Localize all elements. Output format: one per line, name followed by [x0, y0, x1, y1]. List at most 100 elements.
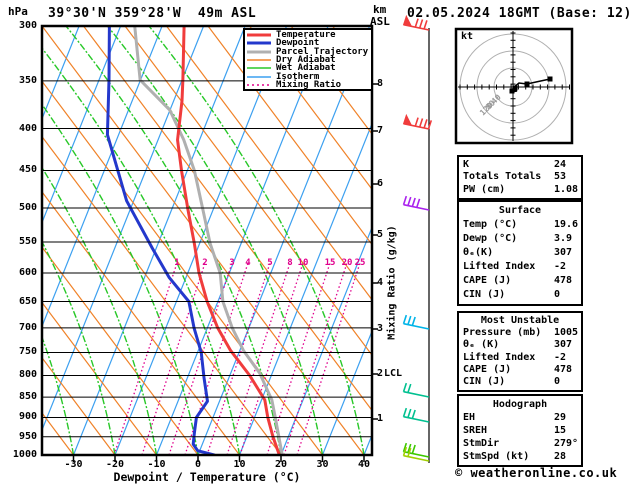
table-row: CIN (J) 0 — [463, 288, 577, 302]
table-row-label: CAPE (J) — [463, 275, 511, 286]
table-row-label: StmSpd (kt) — [463, 451, 529, 462]
pressure-tick-label: 750 — [5, 346, 37, 357]
table-row-label: CIN (J) — [463, 289, 505, 300]
pressure-tick-label: 800 — [5, 369, 37, 380]
legend-swatch — [247, 81, 271, 89]
mixing-ratio-label: 4 — [239, 258, 257, 268]
table-row-value: 24 — [554, 159, 566, 171]
table-row: Lifted Index -2 — [463, 260, 577, 274]
table-row-value: 28 — [554, 450, 566, 463]
table-row: Totals Totals 53 — [463, 171, 577, 183]
legend-label: Mixing Ratio — [276, 81, 341, 89]
table-row-label: EH — [463, 412, 475, 423]
table-row-label: θₑ(K) — [463, 247, 493, 258]
datetime-label: 02.05.2024 18GMT (Base: 12) — [407, 6, 629, 21]
wind-barb — [404, 115, 432, 129]
table-row-label: SREH — [463, 425, 487, 436]
indices-table: Most UnstablePressure (mb)1005θₑ (K)307L… — [457, 311, 583, 392]
wind-barb — [404, 383, 429, 397]
km-tick-label: 6 — [377, 178, 383, 189]
pressure-tick-label: 500 — [5, 202, 37, 213]
table-row: CAPE (J) 478 — [463, 364, 577, 376]
wind-barb — [404, 196, 429, 210]
table-row: EH 29 — [463, 411, 577, 424]
table-row: StmSpd (kt) 28 — [463, 450, 577, 463]
mixing-ratio-label: 25 — [351, 258, 369, 268]
temp-tick-label: -30 — [57, 459, 91, 470]
pressure-tick-label: 950 — [5, 431, 37, 442]
km-tick-label: 4 — [377, 277, 383, 288]
lcl-label: LCL — [384, 368, 402, 379]
table-row-label: Pressure (mb) — [463, 327, 541, 338]
table-row-label: K — [463, 159, 469, 170]
wind-barb — [404, 443, 429, 457]
table-row-label: Temp (°C) — [463, 219, 517, 230]
table-title: Surface — [463, 204, 577, 218]
table-row: Lifted Index-2 — [463, 352, 577, 364]
pressure-tick-label: 350 — [5, 75, 37, 86]
table-row-label: PW (cm) — [463, 184, 505, 195]
station-title: 39°30'N 359°28'W 49m ASL — [48, 6, 256, 21]
km-tick-label: 2 — [377, 368, 383, 379]
indices-table: K 24 Totals Totals 53 PW (cm) 1.08 — [457, 155, 583, 200]
legend-box: TemperatureDewpointParcel TrajectoryDry … — [243, 28, 373, 91]
temp-tick-label: 10 — [223, 459, 257, 470]
table-row-value: 0 — [554, 288, 560, 302]
table-row-value: 53 — [554, 171, 566, 183]
pressure-tick-label: 400 — [5, 123, 37, 134]
km-tick-label: 1 — [377, 413, 383, 424]
table-row-value: 0 — [554, 376, 560, 388]
altitude-unit-asl: ASL — [370, 15, 390, 28]
table-row-label: StmDir — [463, 438, 499, 449]
copyright-label: © weatheronline.co.uk — [455, 466, 617, 480]
table-row-label: Dewp (°C) — [463, 233, 517, 244]
pressure-unit-label: hPa — [8, 5, 28, 18]
km-tick-label: 8 — [377, 78, 383, 89]
pressure-tick-label: 600 — [5, 267, 37, 278]
temp-tick-label: 20 — [264, 459, 298, 470]
legend-swatch — [247, 56, 271, 64]
table-row-value: 478 — [554, 364, 572, 376]
table-row-value: 19.6 — [554, 218, 578, 232]
pressure-tick-label: 850 — [5, 391, 37, 402]
km-tick-label: 3 — [377, 323, 383, 334]
table-row-value: 478 — [554, 274, 572, 288]
table-row-label: Totals Totals — [463, 171, 541, 182]
table-row: SREH15 — [463, 424, 577, 437]
pressure-tick-label: 700 — [5, 322, 37, 333]
table-row-label: CAPE (J) — [463, 364, 511, 375]
legend-swatch — [247, 31, 271, 39]
legend-swatch — [247, 64, 271, 72]
mixing-ratio-label: 10 — [294, 258, 312, 268]
table-row-value: 1.08 — [554, 184, 578, 196]
table-row-label: CIN (J) — [463, 376, 505, 387]
temp-tick-label: 30 — [306, 459, 340, 470]
hodograph-unit-label: kt — [461, 31, 473, 42]
km-tick-label: 5 — [377, 229, 383, 240]
hodograph: 4080120 — [456, 29, 572, 143]
mixing-ratio-label: 15 — [321, 258, 339, 268]
table-row: PW (cm) 1.08 — [463, 184, 577, 196]
table-row: θₑ(K)307 — [463, 246, 577, 260]
pressure-tick-label: 450 — [5, 164, 37, 175]
pressure-tick-label: 900 — [5, 411, 37, 422]
table-title: Most Unstable — [463, 315, 577, 327]
table-row-label: θₑ (K) — [463, 339, 499, 350]
mixing-ratio-label: 1 — [168, 258, 186, 268]
table-row-value: -2 — [554, 260, 566, 274]
table-row-label: Lifted Index — [463, 261, 535, 272]
pressure-tick-label: 1000 — [5, 449, 37, 460]
indices-table: SurfaceTemp (°C)19.6Dewp (°C)3.9θₑ(K)307… — [457, 200, 583, 306]
table-row: CIN (J) 0 — [463, 376, 577, 388]
wind-barb — [404, 408, 429, 422]
table-row-label: Lifted Index — [463, 352, 535, 363]
temp-tick-label: 0 — [181, 459, 215, 470]
table-row: θₑ (K) 307 — [463, 339, 577, 351]
table-row-value: 29 — [554, 411, 566, 424]
km-tick-label: 7 — [377, 125, 383, 136]
pressure-tick-label: 300 — [5, 20, 37, 31]
table-row: StmDir279° — [463, 437, 577, 450]
table-row: K 24 — [463, 159, 577, 171]
temp-tick-label: -20 — [98, 459, 132, 470]
table-row-value: 307 — [554, 339, 572, 351]
